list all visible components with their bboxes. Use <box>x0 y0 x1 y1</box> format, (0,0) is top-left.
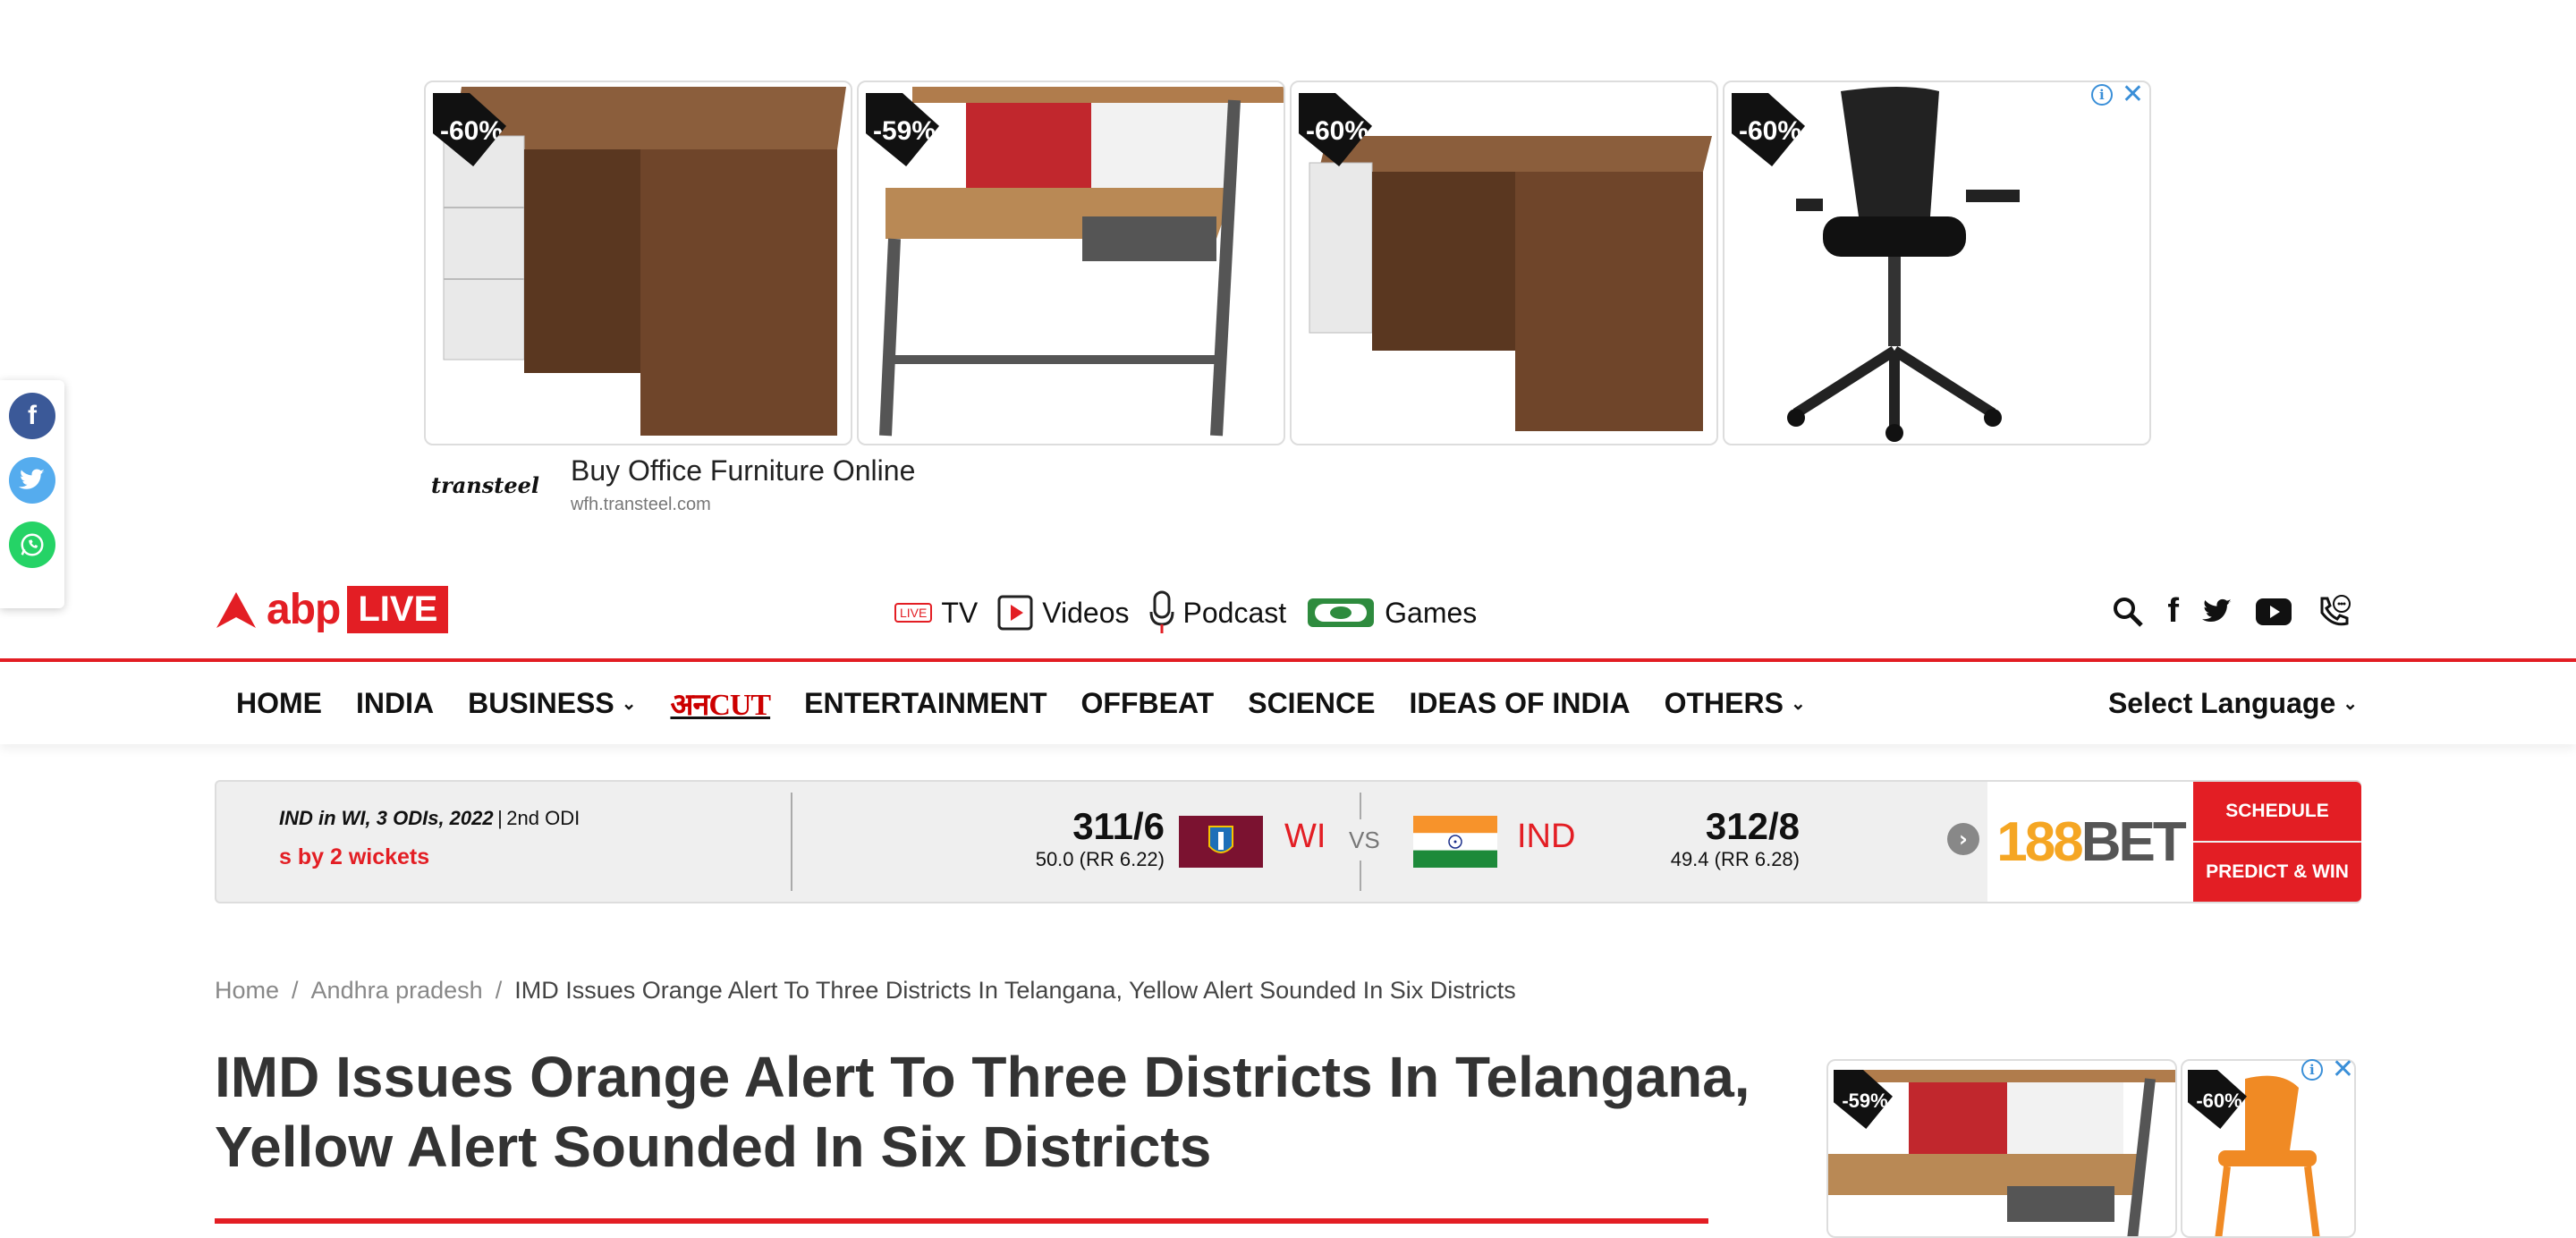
team2-overs: 49.4 (RR 6.28) <box>1670 848 1800 870</box>
nav-item-others[interactable]: OTHERS ⌄ <box>1665 687 1806 720</box>
hub-label: Podcast <box>1182 596 1287 629</box>
breadcrumb-separator: / <box>495 977 503 1004</box>
ad-tile[interactable]: -60% <box>1290 81 1718 445</box>
chevron-down-icon: ⌄ <box>2343 693 2358 714</box>
hub-item-podcast[interactable]: Podcast <box>1149 590 1287 635</box>
schedule-button[interactable]: SCHEDULE <box>2193 782 2361 841</box>
abp-logo-icon <box>216 591 256 628</box>
media-hub: LIVE TV Videos Podcast Games <box>894 590 1477 635</box>
chevron-down-icon: ⌄ <box>621 693 637 714</box>
main-nav: HOME INDIA BUSINESS ⌄ अनCUT ENTERTAINMEN… <box>0 662 2576 744</box>
nav-item-entertainment[interactable]: ENTERTAINMENT <box>804 687 1046 720</box>
breadcrumb-separator: / <box>292 977 299 1004</box>
ad-tiles: -60% -59% -60% -60% <box>424 81 2151 445</box>
team1-overs: 50.0 (RR 6.22) <box>1035 848 1165 870</box>
facebook-icon[interactable]: f <box>2167 592 2179 631</box>
twitter-icon[interactable] <box>2202 598 2233 625</box>
chevron-right-icon[interactable]: › <box>1947 823 1979 855</box>
nav-item-science[interactable]: SCIENCE <box>1248 687 1375 720</box>
info-icon[interactable]: i <box>2301 1059 2323 1081</box>
team2-score: 312/8 49.4 (RR 6.28) <box>1603 805 1800 871</box>
side-advertisement[interactable]: -59% -60% i ✕ <box>1826 1056 2363 1238</box>
select-language-label: Select Language <box>2107 686 2336 719</box>
nav-item-india[interactable]: INDIA <box>356 687 434 720</box>
divider <box>1360 861 1361 891</box>
team2-runs: 312/8 <box>1705 805 1800 847</box>
divider <box>791 793 792 891</box>
close-icon[interactable]: ✕ <box>2332 1056 2354 1083</box>
ad-footer[interactable]: transteel Buy Office Furniture Online wf… <box>431 454 915 526</box>
hub-item-tv[interactable]: LIVE TV <box>894 597 978 630</box>
vs-label: VS <box>1349 827 1380 853</box>
cricket-score-widget[interactable]: IND in WI, 3 ODIs, 2022 | 2nd ODI s by 2… <box>215 780 2361 903</box>
header-icons: f <box>2112 592 2352 631</box>
nav-label: BUSINESS <box>468 686 614 719</box>
nav-label: OTHERS <box>1664 686 1784 719</box>
sponsor-logo[interactable]: 188BET <box>1987 782 2193 902</box>
match-info: IND in WI, 3 ODIs, 2022 | 2nd ODI s by 2… <box>279 807 580 870</box>
nav-item-home[interactable]: HOME <box>236 687 322 720</box>
ad-tile[interactable]: -59% <box>1826 1059 2177 1238</box>
top-advertisement[interactable]: -60% -59% -60% -60% i ✕ transteel Buy Of… <box>424 81 2153 528</box>
select-language[interactable]: Select Language ⌄ <box>2108 662 2358 744</box>
hub-item-games[interactable]: Games <box>1306 595 1477 631</box>
match-status: s by 2 wickets <box>279 844 430 869</box>
ad-url[interactable]: wfh.transteel.com <box>571 495 915 515</box>
predict-win-button[interactable]: PREDICT & WIN <box>2193 843 2361 902</box>
breadcrumb-current: IMD Issues Orange Alert To Three Distric… <box>514 977 1516 1004</box>
breadcrumb: Home / Andhra pradesh / IMD Issues Orang… <box>215 977 1516 1005</box>
nav-item-ancut[interactable]: अनCUT <box>670 683 771 724</box>
india-flag-icon <box>1413 816 1497 868</box>
close-icon[interactable]: ✕ <box>2122 81 2144 108</box>
separator: | <box>497 807 503 829</box>
games-icon <box>1308 598 1375 627</box>
team1-score: 311/6 50.0 (RR 6.22) <box>1021 805 1165 871</box>
ad-controls: i ✕ <box>2301 1056 2354 1083</box>
title-underline <box>215 1218 1708 1224</box>
breadcrumb-home[interactable]: Home <box>215 977 279 1005</box>
hub-item-videos[interactable]: Videos <box>997 595 1130 631</box>
ad-controls: i ✕ <box>2090 81 2144 108</box>
hub-label: Videos <box>1042 596 1130 629</box>
breadcrumb-section[interactable]: Andhra pradesh <box>311 977 483 1005</box>
logo-live-badge: LIVE <box>347 586 449 633</box>
ad-tile[interactable]: -59% <box>857 81 1285 445</box>
nav-item-offbeat[interactable]: OFFBEAT <box>1081 687 1215 720</box>
hub-label: Games <box>1385 596 1478 629</box>
play-icon <box>997 595 1033 631</box>
search-icon[interactable] <box>2112 596 2144 628</box>
article-title: IMD Issues Orange Alert To Three Distric… <box>215 1045 1750 1179</box>
site-header: abp LIVE LIVE TV Videos Podcast Games f <box>0 572 2576 662</box>
nav-item-business[interactable]: BUSINESS ⌄ <box>468 687 636 720</box>
ad-tile[interactable]: -60% <box>2181 1059 2356 1238</box>
phone-icon[interactable] <box>2315 593 2352 631</box>
twitter-icon[interactable] <box>9 457 55 504</box>
ad-title[interactable]: Buy Office Furniture Online <box>571 454 915 488</box>
whatsapp-icon[interactable] <box>9 521 55 568</box>
team2-name: IND <box>1517 818 1576 855</box>
match-number: 2nd ODI <box>506 807 580 829</box>
abp-live-logo[interactable]: abp LIVE <box>215 585 449 634</box>
sponsor-text-part: BET <box>2080 810 2187 873</box>
ad-brand-logo: transteel <box>431 472 539 498</box>
series-name: IND in WI, 3 ODIs, 2022 <box>279 807 494 829</box>
chevron-down-icon: ⌄ <box>1790 693 1806 714</box>
logo-text: abp <box>267 586 341 633</box>
tv-icon: LIVE <box>894 603 933 623</box>
nav-items: HOME INDIA BUSINESS ⌄ अनCUT ENTERTAINMEN… <box>236 662 1806 744</box>
team1-runs: 311/6 <box>1072 805 1165 847</box>
sponsor-text: 188BET <box>1996 810 2187 874</box>
divider <box>1360 793 1361 819</box>
nav-item-ideas-of-india[interactable]: IDEAS OF INDIA <box>1409 687 1630 720</box>
sponsor-text-part: 188 <box>1996 810 2083 873</box>
ad-tile[interactable]: -60% <box>1723 81 2151 445</box>
team1-name: WI <box>1284 818 1326 855</box>
info-icon[interactable]: i <box>2090 84 2113 106</box>
youtube-icon[interactable] <box>2256 598 2292 625</box>
hub-label: TV <box>941 596 979 629</box>
microphone-icon <box>1149 590 1174 633</box>
ad-tile[interactable]: -60% <box>424 81 852 445</box>
wi-flag-icon <box>1179 816 1263 868</box>
facebook-icon[interactable]: f <box>9 393 55 439</box>
